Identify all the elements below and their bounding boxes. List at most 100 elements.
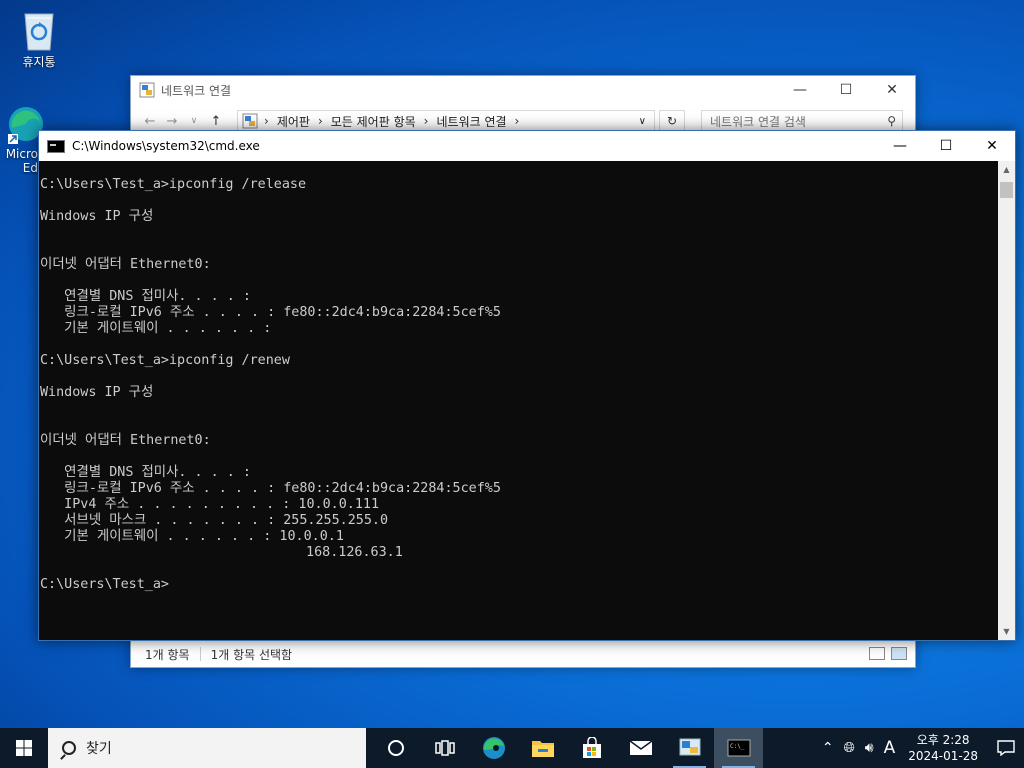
network-connections-icon — [679, 738, 700, 756]
status-selected-count: 1개 항목 선택함 — [210, 647, 293, 662]
breadcrumb-chevron-icon: › — [264, 114, 269, 128]
taskbar-search-text: 찾기 — [86, 741, 112, 757]
scroll-down-arrow-icon[interactable]: ▼ — [998, 623, 1015, 640]
console-line: 이더넷 어댑터 Ethernet0: — [40, 433, 211, 448]
taskbar: 찾기 C:\_ ⌃ 🌐︎ 🔊︎ A 오후 2:28 2024-01-28 — [0, 728, 1024, 768]
cmd-window[interactable]: C:\Windows\system32\cmd.exe — ☐ ✕ C:\Use… — [38, 130, 1016, 641]
taskbar-mail[interactable] — [616, 728, 665, 768]
breadcrumb-item[interactable]: 네트워크 연결 — [436, 113, 506, 130]
console-output[interactable]: C:\Users\Test_a>ipconfig /release Windows… — [39, 161, 997, 640]
scrollbar-thumb[interactable] — [1000, 182, 1013, 198]
search-icon: ⚲ — [887, 114, 896, 128]
taskbar-search-box[interactable]: 찾기 — [48, 728, 366, 768]
console-line: 이더넷 어댑터 Ethernet0: — [40, 257, 211, 272]
mail-icon — [629, 740, 652, 755]
address-dropdown-icon[interactable]: ∨ — [639, 116, 646, 127]
desktop-icon-recycle-bin[interactable]: 휴지통 — [4, 8, 74, 69]
status-item-count: 1개 항목 — [145, 647, 190, 662]
taskbar-file-explorer[interactable] — [518, 728, 567, 768]
console-line: 168.126.63.1 — [40, 545, 403, 560]
status-bar: 1개 항목 1개 항목 선택함 — [131, 641, 915, 667]
console-line: 연결별 DNS 접미사. . . . : — [40, 465, 251, 480]
breadcrumb-item[interactable]: 모든 제어판 항목 — [331, 113, 416, 130]
action-center-button[interactable] — [988, 728, 1024, 768]
search-placeholder: 네트워크 연결 검색 — [710, 114, 806, 129]
breadcrumb-chevron-icon: › — [514, 114, 520, 128]
console-line: 기본 게이트웨이 . . . . . . : — [40, 321, 272, 336]
taskbar-store[interactable] — [567, 728, 616, 768]
desktop-icon-label: Micro Ed — [5, 147, 38, 175]
cmd-icon: C:\_ — [727, 739, 750, 757]
start-button[interactable] — [0, 728, 48, 768]
console-line: C:\Users\Test_a>ipconfig /release — [40, 177, 307, 192]
show-hidden-icons-chevron-icon[interactable]: ⌃ — [822, 740, 834, 756]
store-bag-icon — [582, 737, 601, 758]
details-view-icon[interactable] — [869, 647, 885, 660]
console-line: 링크-로컬 IPv6 주소 . . . . : fe80::2dc4:b9ca:… — [40, 305, 501, 320]
windows-logo-icon — [16, 740, 32, 756]
network-connections-icon — [139, 82, 155, 98]
search-input[interactable]: 네트워크 연결 검색 ⚲ — [701, 110, 903, 132]
folder-icon — [531, 741, 554, 757]
minimize-button[interactable]: — — [877, 131, 923, 161]
scroll-up-arrow-icon[interactable]: ▲ — [998, 161, 1015, 178]
desktop-icon-label: 휴지통 — [22, 55, 56, 69]
console-line: Windows IP 구성 — [40, 385, 154, 400]
back-arrow-icon[interactable]: ← — [139, 114, 161, 129]
breadcrumb-item[interactable]: 제어판 — [277, 113, 310, 130]
taskbar-network-connections[interactable] — [665, 728, 714, 768]
refresh-button[interactable]: ↻ — [659, 110, 685, 132]
system-tray: ⌃ 🌐︎ 🔊︎ A 오후 2:28 2024-01-28 — [817, 728, 1024, 768]
minimize-button[interactable]: — — [777, 76, 823, 104]
taskbar-task-view[interactable] — [420, 728, 469, 768]
forward-arrow-icon[interactable]: → — [161, 114, 183, 129]
up-arrow-icon[interactable]: ↑ — [205, 114, 227, 129]
console-line: 기본 게이트웨이 . . . . . . : 10.0.0.1 — [40, 529, 344, 544]
edge-icon — [482, 737, 505, 759]
cortana-circle-icon — [387, 740, 404, 756]
close-button[interactable]: ✕ — [869, 76, 915, 104]
volume-icon[interactable]: 🔊︎ — [865, 740, 874, 756]
cmd-icon — [47, 139, 65, 153]
taskbar-edge[interactable] — [469, 728, 518, 768]
console-line: IPv4 주소 . . . . . . . . . : 10.0.0.111 — [40, 497, 380, 512]
console-line: C:\Users\Test_a>ipconfig /renew — [40, 353, 290, 368]
taskbar-cortana[interactable] — [371, 728, 420, 768]
console-line: Windows IP 구성 — [40, 209, 154, 224]
close-button[interactable]: ✕ — [969, 131, 1015, 161]
search-icon — [62, 741, 76, 755]
clock[interactable]: 오후 2:28 2024-01-28 — [908, 732, 978, 764]
recycle-bin-icon — [24, 13, 54, 51]
notification-icon — [997, 740, 1015, 756]
breadcrumb-chevron-icon: › — [423, 114, 429, 128]
svg-text:C:\_: C:\_ — [730, 743, 745, 750]
taskbar-cmd[interactable]: C:\_ — [714, 728, 763, 768]
console-line: 서브넷 마스크 . . . . . . . : 255.255.255.0 — [40, 513, 389, 528]
task-view-icon — [434, 740, 455, 756]
console-line: C:\Users\Test_a> — [40, 577, 169, 592]
console-line: 연결별 DNS 접미사. . . . : — [40, 289, 251, 304]
network-globe-icon[interactable]: 🌐︎ — [844, 740, 855, 756]
input-method-indicator[interactable]: A — [884, 738, 896, 758]
vertical-scrollbar[interactable]: ▲ ▼ — [998, 161, 1015, 640]
cmd-title: C:\Windows\system32\cmd.exe — [72, 139, 260, 153]
clock-date: 2024-01-28 — [908, 749, 978, 763]
history-dropdown-icon[interactable]: ∨ — [183, 116, 205, 126]
large-icons-view-icon[interactable] — [891, 647, 907, 660]
console-line: 링크-로컬 IPv6 주소 . . . . : fe80::2dc4:b9ca:… — [40, 481, 501, 496]
address-bar[interactable]: › 제어판 › 모든 제어판 항목 › 네트워크 연결 › ∨ — [237, 110, 655, 132]
maximize-button[interactable]: ☐ — [923, 131, 969, 161]
cmd-titlebar[interactable]: C:\Windows\system32\cmd.exe — [39, 131, 1015, 161]
maximize-button[interactable]: ☐ — [823, 76, 869, 104]
clock-time: 오후 2:28 — [916, 733, 970, 747]
